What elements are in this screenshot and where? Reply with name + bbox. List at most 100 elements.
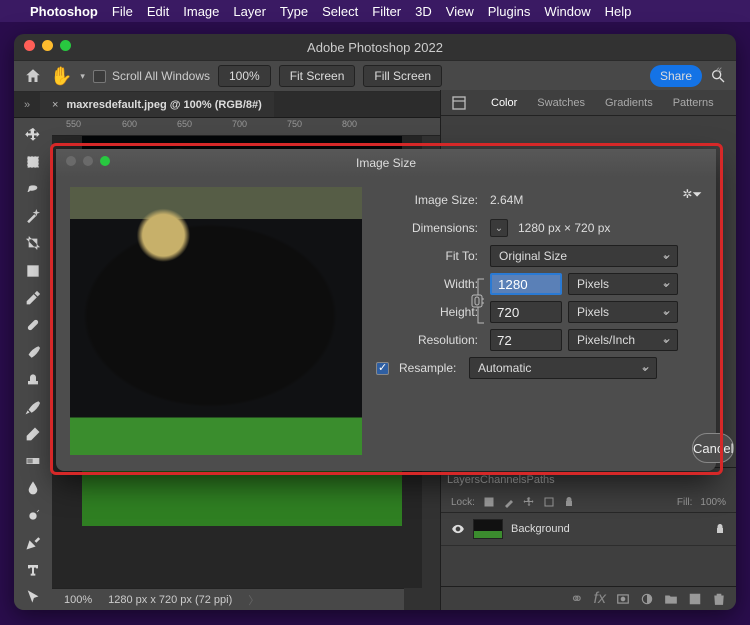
width-input[interactable] <box>490 273 562 295</box>
tab-color[interactable]: Color <box>481 90 527 115</box>
menu-file[interactable]: File <box>112 4 133 19</box>
resample-checkbox[interactable] <box>376 362 389 375</box>
fill-value[interactable]: 100% <box>700 497 726 508</box>
path-select-tool[interactable] <box>18 585 48 610</box>
tab-paths[interactable]: Paths <box>527 474 555 486</box>
history-brush-tool[interactable] <box>18 394 48 419</box>
zoom-field[interactable]: 100% <box>218 65 271 87</box>
eraser-tool[interactable] <box>18 421 48 446</box>
window-title: Adobe Photoshop 2022 <box>307 40 443 55</box>
hand-tool-icon[interactable]: ✋ <box>50 66 72 87</box>
minimize-button[interactable] <box>42 40 53 51</box>
window-titlebar: Adobe Photoshop 2022 <box>14 34 736 60</box>
size-label: Image Size: <box>376 193 484 207</box>
scroll-all-checkbox[interactable]: Scroll All Windows <box>93 69 210 83</box>
cancel-button[interactable]: Cancel <box>692 433 734 463</box>
menu-edit[interactable]: Edit <box>147 4 169 19</box>
crop-tool[interactable] <box>18 231 48 256</box>
height-input[interactable] <box>490 301 562 323</box>
lock-pixels-icon[interactable] <box>483 496 495 508</box>
frame-tool[interactable] <box>18 258 48 283</box>
eyedropper-tool[interactable] <box>18 285 48 310</box>
fill-screen-button[interactable]: Fill Screen <box>363 65 442 87</box>
dialog-close[interactable] <box>66 156 76 166</box>
fx-icon[interactable]: fx <box>594 590 606 608</box>
menu-type[interactable]: Type <box>280 4 308 19</box>
group-icon[interactable] <box>664 592 678 606</box>
new-layer-icon[interactable] <box>688 592 702 606</box>
status-caret[interactable]: 〉 <box>248 592 259 608</box>
lasso-tool[interactable] <box>18 176 48 201</box>
layer-thumbnail[interactable] <box>473 519 503 539</box>
trash-icon[interactable] <box>712 592 726 606</box>
resample-select[interactable]: Automatic <box>469 357 657 379</box>
tab-layers[interactable]: Layers <box>447 474 480 486</box>
close-tab-icon[interactable]: × <box>52 99 58 111</box>
layer-name[interactable]: Background <box>511 523 570 535</box>
menu-image[interactable]: Image <box>183 4 219 19</box>
blur-tool[interactable] <box>18 476 48 501</box>
menu-window[interactable]: Window <box>544 4 590 19</box>
zoom-button[interactable] <box>60 40 71 51</box>
menubar-app[interactable]: Photoshop <box>30 4 98 19</box>
tab-patterns[interactable]: Patterns <box>663 90 724 115</box>
menu-layer[interactable]: Layer <box>233 4 266 19</box>
dimensions-unit-toggle[interactable]: ⌄ <box>490 219 508 237</box>
status-zoom[interactable]: 100% <box>64 594 92 606</box>
resolution-unit-select[interactable]: Pixels/Inch <box>568 329 678 351</box>
tab-gradients[interactable]: Gradients <box>595 90 663 115</box>
resample-label: Resample: <box>395 361 463 375</box>
layer-row[interactable]: Background <box>441 513 736 546</box>
color-panel-tabs: Color Swatches Gradients Patterns <box>441 90 736 116</box>
move-tool[interactable] <box>18 122 48 147</box>
stamp-tool[interactable] <box>18 367 48 392</box>
document-tab[interactable]: × maxresdefault.jpeg @ 100% (RGB/8#) <box>40 92 274 117</box>
lock-move-icon[interactable] <box>523 496 535 508</box>
tool-column <box>14 118 52 610</box>
adjustment-icon[interactable] <box>640 592 654 606</box>
properties-icon[interactable] <box>451 95 467 111</box>
visibility-icon[interactable] <box>451 522 465 536</box>
lock-icon[interactable] <box>714 523 726 535</box>
fit-screen-button[interactable]: Fit Screen <box>279 65 356 87</box>
dodge-tool[interactable] <box>18 503 48 528</box>
fill-label: Fill: <box>677 497 693 508</box>
resolution-input[interactable] <box>490 329 562 351</box>
menu-select[interactable]: Select <box>322 4 358 19</box>
close-button[interactable] <box>24 40 35 51</box>
scroll-all-input[interactable] <box>93 70 106 83</box>
traffic-lights <box>24 40 71 51</box>
dialog-preview[interactable] <box>70 187 362 455</box>
menu-plugins[interactable]: Plugins <box>488 4 531 19</box>
height-unit-select[interactable]: Pixels <box>568 301 678 323</box>
menu-3d[interactable]: 3D <box>415 4 432 19</box>
tool-preset-caret[interactable]: ▾ <box>80 71 85 82</box>
home-icon[interactable] <box>24 67 42 85</box>
gear-icon[interactable]: ✲⏷ <box>682 187 702 202</box>
layer-lock-row: Lock: Fill: 100% <box>441 492 736 513</box>
share-button[interactable]: Share <box>650 65 702 87</box>
constrain-link[interactable] <box>466 275 488 327</box>
type-tool[interactable] <box>18 558 48 583</box>
fit-to-select[interactable]: Original Size <box>490 245 678 267</box>
dialog-zoom[interactable] <box>100 156 110 166</box>
menu-view[interactable]: View <box>446 4 474 19</box>
gradient-tool[interactable] <box>18 449 48 474</box>
lock-artboard-icon[interactable] <box>543 496 555 508</box>
menu-filter[interactable]: Filter <box>372 4 401 19</box>
tab-swatches[interactable]: Swatches <box>527 90 595 115</box>
pen-tool[interactable] <box>18 530 48 555</box>
menu-help[interactable]: Help <box>605 4 632 19</box>
collapse-right-dock[interactable]: « <box>706 64 732 76</box>
mask-icon[interactable] <box>616 592 630 606</box>
lock-all-icon[interactable] <box>563 496 575 508</box>
collapse-left-dock[interactable]: » <box>14 92 40 117</box>
marquee-tool[interactable] <box>18 149 48 174</box>
link-layers-icon[interactable]: ⚭ <box>570 589 583 609</box>
heal-tool[interactable] <box>18 313 48 338</box>
width-unit-select[interactable]: Pixels <box>568 273 678 295</box>
wand-tool[interactable] <box>18 204 48 229</box>
tab-channels[interactable]: Channels <box>480 474 526 486</box>
lock-brush-icon[interactable] <box>503 496 515 508</box>
brush-tool[interactable] <box>18 340 48 365</box>
